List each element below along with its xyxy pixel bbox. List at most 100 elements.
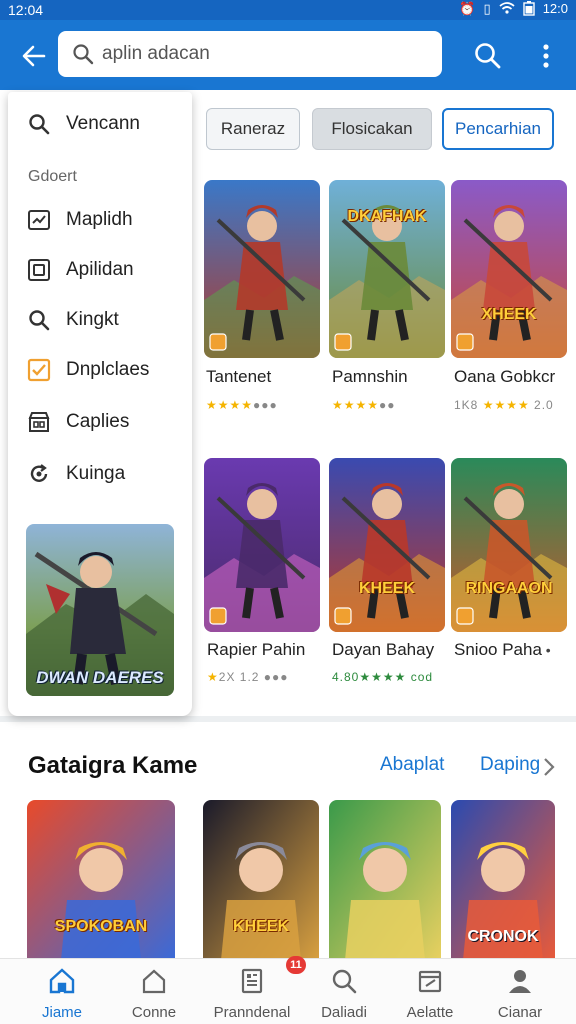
game-card[interactable] xyxy=(204,458,320,632)
category-artwork xyxy=(329,800,441,960)
chip-filter-1[interactable]: Raneraz xyxy=(206,108,300,150)
game-artwork xyxy=(329,458,445,632)
nav-label: Cianar xyxy=(497,1004,543,1021)
game-artwork xyxy=(451,180,567,358)
game-card-caption: XHEEK xyxy=(481,306,537,323)
drawer-item-label: Dnplclaes xyxy=(66,359,150,380)
game-title[interactable]: Rapier Pahin xyxy=(207,640,305,660)
category-card[interactable]: KHEEK xyxy=(203,800,319,960)
game-card-caption: DKAFHAK xyxy=(347,208,427,225)
drawer-item-label: Kingkt xyxy=(66,309,119,330)
section-divider xyxy=(0,716,576,722)
game-title[interactable]: Snioo Paha • xyxy=(454,640,551,660)
store-icon xyxy=(26,409,52,435)
game-artwork xyxy=(451,458,567,632)
wifi-icon xyxy=(499,2,515,14)
edit-box-icon xyxy=(418,970,442,993)
game-title[interactable]: Dayan Bahay xyxy=(332,640,434,660)
game-title-text: Snioo Paha xyxy=(454,640,542,659)
category-card[interactable]: SPOKOBAN xyxy=(27,800,175,960)
game-card[interactable]: RINGAAON xyxy=(451,458,567,632)
search-icon xyxy=(332,969,357,994)
status-time-right: 12:0 xyxy=(542,1,568,16)
chart-icon xyxy=(26,207,52,233)
more-vert-icon[interactable] xyxy=(532,40,560,72)
status-icons: ⏰ ▯ 12:0 xyxy=(459,1,568,17)
drawer-item-3[interactable]: Kingkt xyxy=(26,304,119,336)
person-icon xyxy=(509,970,531,993)
game-rating: ★★★★●● xyxy=(332,398,396,412)
app-bar xyxy=(0,20,576,90)
nav-item-daliadi[interactable]: Daliadi xyxy=(296,965,392,1021)
category-card-caption: KHEEK xyxy=(232,918,289,935)
nav-label: Daliadi xyxy=(321,1004,367,1021)
search-field[interactable] xyxy=(58,31,442,77)
house-outline-icon xyxy=(142,969,166,994)
home-icon xyxy=(49,968,75,994)
more-dot-icon[interactable]: • xyxy=(542,642,551,658)
game-artwork xyxy=(204,180,320,358)
nav-label: Aelatte xyxy=(406,1004,454,1021)
game-title-text: Pamnshin xyxy=(332,367,408,386)
battery-icon xyxy=(522,1,535,16)
game-card[interactable]: DKAFHAK xyxy=(329,180,445,358)
category-artwork xyxy=(27,800,175,960)
search-icon xyxy=(73,44,94,65)
category-card[interactable]: CRONOK xyxy=(451,800,555,960)
back-button[interactable] xyxy=(18,40,50,72)
drawer-item-label: Kuinga xyxy=(66,463,126,484)
nav-item-home[interactable]: Jiame xyxy=(14,965,110,1021)
game-title[interactable]: Oana Gobkcr xyxy=(454,367,555,387)
game-card-caption: RINGAAON xyxy=(465,580,553,597)
drawer-item-top[interactable]: Vencann xyxy=(26,108,140,140)
drawer-promo-banner[interactable]: DWAN DAERES xyxy=(26,524,174,696)
search-icon xyxy=(26,307,52,333)
game-rating: ★2X 1.2 ●●● xyxy=(207,670,289,684)
nav-label: Jiame xyxy=(41,1004,82,1021)
search-input[interactable] xyxy=(102,43,422,65)
game-title-text: Dayan Bahay xyxy=(332,640,435,659)
section-title: Gataigra Kame xyxy=(28,752,198,779)
game-title-text: Tantenet xyxy=(206,367,272,386)
alarm-icon: ⏰ xyxy=(459,1,476,16)
drawer-item-2[interactable]: Apilidan xyxy=(26,254,134,286)
game-artwork xyxy=(204,458,320,632)
drawer-item-6[interactable]: Kuinga xyxy=(26,458,125,490)
game-rating: 1K8 ★★★★ 2.0 xyxy=(454,398,554,412)
game-title-text: Rapier Pahin xyxy=(207,640,306,659)
nav-item-pranndenal[interactable]: Pranndenal xyxy=(204,965,300,1021)
drawer-item-label: Vencann xyxy=(66,113,140,134)
nav-label: Conne xyxy=(131,1004,177,1021)
drawer-item-5[interactable]: Caplies xyxy=(26,406,129,438)
nav-item-cianar[interactable]: Cianar xyxy=(472,965,568,1021)
section-link-daping[interactable]: Daping xyxy=(480,754,540,776)
vibrate-icon: ▯ xyxy=(483,1,491,16)
game-title[interactable]: Tantenet xyxy=(206,367,271,387)
chip-filter-3[interactable]: Pencarhian xyxy=(442,108,554,150)
drawer-item-4[interactable]: Dnplclaes xyxy=(26,354,149,386)
chevron-right-icon[interactable] xyxy=(542,756,556,778)
drawer-item-label: Apilidan xyxy=(66,259,134,280)
game-card[interactable] xyxy=(204,180,320,358)
drawer-item-label: Maplidh xyxy=(66,209,133,230)
game-card[interactable]: KHEEK xyxy=(329,458,445,632)
category-card-caption: SPOKOBAN xyxy=(54,918,148,935)
category-artwork xyxy=(203,800,319,960)
status-time: 12:04 xyxy=(8,2,44,18)
search-icon[interactable] xyxy=(472,40,504,72)
game-title-text: Oana Gobkcr xyxy=(454,367,556,386)
drawer-item-1[interactable]: Maplidh xyxy=(26,204,133,236)
section-link-abaplat[interactable]: Abaplat xyxy=(380,754,444,776)
chip-filter-2[interactable]: Flosicakan xyxy=(312,108,432,150)
category-card[interactable] xyxy=(329,800,441,960)
game-rating: 4.80★★★★ cod xyxy=(332,670,434,684)
game-card[interactable]: XHEEK xyxy=(451,180,567,358)
game-artwork xyxy=(329,180,445,358)
category-card-caption: CRONOK xyxy=(467,928,539,945)
nav-drawer: Vencann Gdoert Maplidh Apilidan Kingkt D… xyxy=(8,92,192,716)
nav-item-conne[interactable]: Conne xyxy=(106,965,202,1021)
game-title[interactable]: Pamnshin xyxy=(332,367,408,387)
arrow-left-icon xyxy=(22,45,46,67)
nav-item-aelatte[interactable]: Aelatte xyxy=(382,965,478,1021)
nav-label: Pranndenal xyxy=(213,1004,291,1021)
